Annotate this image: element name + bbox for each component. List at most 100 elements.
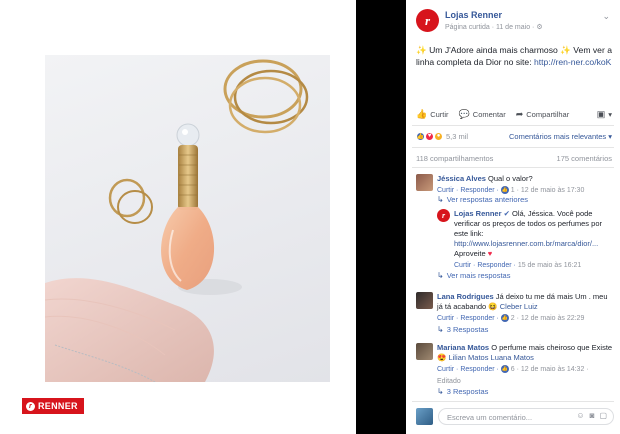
share-arrow-icon: ➦ xyxy=(515,108,524,119)
post-meta-text: Página curtida · 11 de maio · xyxy=(445,24,535,31)
post-text-a: Um J'Adore ainda mais charmoso xyxy=(429,45,558,55)
reaction-icons[interactable]: 👍 ♥ ● xyxy=(416,131,443,141)
comment-text: Qual o valor? xyxy=(488,174,533,183)
sparkle-emoji-icon: ✨ xyxy=(560,45,571,55)
comment-actions[interactable]: Curtir · Responder · xyxy=(437,187,499,194)
post-counts: 118 compartilhamentos 175 comentários xyxy=(416,154,612,164)
post-photo[interactable] xyxy=(45,55,330,382)
view-replies-label: 3 Respostas xyxy=(446,325,489,334)
comment-item: Lana Rodrigues Já deixo tu me dá mais Um… xyxy=(416,292,614,324)
comment-body: Jéssica Alves Qual o valor? Curtir · Res… xyxy=(437,174,614,196)
post-meta: Página curtida · 11 de maio · ⚙ xyxy=(445,23,543,31)
like-reaction-icon: 👍 xyxy=(416,131,425,141)
shares-count[interactable]: 118 compartilhamentos xyxy=(416,154,493,164)
reply-arrow-icon: ↳ xyxy=(437,195,444,204)
divider xyxy=(412,167,614,168)
renner-logo: r RENNER xyxy=(22,398,84,414)
commenter-avatar[interactable] xyxy=(416,174,433,191)
comments-count[interactable]: 175 comentários xyxy=(557,154,612,164)
comment-meta: Curtir · Responder · 👍 6 · 12 de maio às… xyxy=(437,365,614,375)
divider xyxy=(412,401,614,402)
renner-logo-icon: r xyxy=(26,401,35,411)
divider xyxy=(412,147,614,148)
like-button[interactable]: 👍 Curtir xyxy=(416,108,449,119)
comment-edited[interactable]: Editado xyxy=(437,377,614,387)
reply-link[interactable]: http://www.lojasrenner.com.br/marca/dior… xyxy=(454,239,598,248)
reply-time[interactable]: 15 de maio às 16:21 xyxy=(518,262,581,269)
divider xyxy=(412,125,614,126)
camera-icon[interactable]: ◙ xyxy=(590,411,595,420)
reactions-summary: 👍 ♥ ● 5,3 mil Comentários mais relevante… xyxy=(416,130,612,142)
write-comment-row: Escreva um comentário... ☺ ◙ ▢ xyxy=(416,408,614,425)
comment-input-placeholder: Escreva um comentário... xyxy=(447,413,533,422)
reply-body: Lojas Renner ✔ Olá, Jéssica. Você pode v… xyxy=(454,209,614,271)
post-link[interactable]: http://ren-ner.co/koK xyxy=(534,57,611,67)
user-avatar[interactable] xyxy=(416,408,433,425)
reply-arrow-icon: ↳ xyxy=(437,387,444,396)
commenter-avatar[interactable] xyxy=(416,343,433,360)
emoji-icon[interactable]: ☺ xyxy=(576,411,584,420)
view-more-replies-label: Ver mais respostas xyxy=(446,271,511,280)
comment-actions[interactable]: Curtir · Responder · xyxy=(437,315,499,322)
reply-actions[interactable]: Curtir · Responder · xyxy=(454,262,516,269)
reply-sign: Aproveite xyxy=(454,249,486,258)
like-badge-icon: 👍 xyxy=(500,365,509,374)
comment-time[interactable]: · 12 de maio às 22:29 xyxy=(517,315,585,322)
page-name-link[interactable]: Lojas Renner xyxy=(445,10,502,20)
globe-icon: ⚙ xyxy=(536,24,543,31)
reply-item: r Lojas Renner ✔ Olá, Jéssica. Você pode… xyxy=(437,209,614,269)
share-label: Compartilhar xyxy=(526,109,570,119)
chevron-down-icon[interactable]: ⌄ xyxy=(602,11,610,22)
comment-time[interactable]: · 12 de maio às 17:30 xyxy=(517,187,585,194)
comment-like-count[interactable]: 1 xyxy=(511,187,515,194)
post-sidebar: r Lojas Renner Página curtida · 11 de ma… xyxy=(406,0,620,434)
commenter-name[interactable]: Jéssica Alves xyxy=(437,174,486,183)
comment-sort-label: Comentários mais relevantes xyxy=(509,131,607,141)
view-replies-label: 3 Respostas xyxy=(446,387,489,396)
heart-icon: ♥ xyxy=(487,249,493,258)
tagged-user[interactable]: Cleber Luiz xyxy=(500,302,538,311)
comment-input-tools: ☺ ◙ ▢ xyxy=(576,411,607,420)
post-header: r Lojas Renner Página curtida · 11 de ma… xyxy=(416,9,612,37)
page-avatar[interactable]: r xyxy=(416,9,439,32)
replier-avatar[interactable]: r xyxy=(437,209,450,222)
audience-selector[interactable]: ▣ ▾ xyxy=(596,108,612,119)
post-actions: 👍 Curtir 💬 Comentar ➦ Compartilhar ▣ ▾ xyxy=(416,107,612,121)
photo-viewer: r RENNER r Lojas Renner Página curtida ·… xyxy=(0,0,620,434)
heart-eyes-emoji-icon: 😍 xyxy=(437,353,447,362)
comment-button[interactable]: 💬 Comentar xyxy=(458,108,506,119)
perfume-illustration xyxy=(45,59,309,382)
comment-like-count[interactable]: 6 xyxy=(511,366,515,373)
thumbs-up-icon: 👍 xyxy=(416,108,428,119)
view-replies[interactable]: ↳ 3 Respostas xyxy=(437,325,488,334)
wow-reaction-icon: ● xyxy=(434,131,443,141)
replier-name[interactable]: Lojas Renner xyxy=(454,209,502,218)
comment-like-count[interactable]: 2 xyxy=(511,315,515,322)
post-text: ✨ Um J'Adore ainda mais charmoso ✨ Vem v… xyxy=(416,45,614,68)
reply-meta: Curtir · Responder · 15 de maio às 16:21 xyxy=(454,261,614,271)
reaction-count[interactable]: 5,3 mil xyxy=(446,132,468,141)
commenter-name[interactable]: Mariana Matos xyxy=(437,343,489,352)
sparkle-emoji-icon: ✨ xyxy=(416,45,427,55)
photo-panel: r RENNER xyxy=(0,0,356,434)
share-button[interactable]: ➦ Compartilhar xyxy=(515,108,570,119)
speech-bubble-icon: 💬 xyxy=(458,108,470,119)
reply-arrow-icon: ↳ xyxy=(437,271,444,280)
view-replies[interactable]: ↳ 3 Respostas xyxy=(437,387,488,396)
comment-meta: Curtir · Responder · 👍 2 · 12 de maio às… xyxy=(437,314,614,324)
comment-body: Lana Rodrigues Já deixo tu me dá mais Um… xyxy=(437,292,614,324)
tagged-user[interactable]: Lilian Matos Luana Matos xyxy=(448,353,533,362)
comment-text: O perfume mais cheiroso que Existe xyxy=(491,343,613,352)
laughing-emoji-icon: 😆 xyxy=(488,302,498,311)
comment-actions[interactable]: Curtir · Responder · xyxy=(437,366,499,373)
view-more-replies[interactable]: ↳ Ver mais respostas xyxy=(437,271,510,280)
sticker-icon[interactable]: ▢ xyxy=(599,411,607,420)
comment-sort-dropdown[interactable]: Comentários mais relevantes ▾ xyxy=(509,132,612,141)
commenter-name[interactable]: Lana Rodrigues xyxy=(437,292,494,301)
verified-icon: ✔ xyxy=(503,209,510,218)
comment-time[interactable]: · 12 de maio às 14:32 · xyxy=(517,366,589,373)
commenter-avatar[interactable] xyxy=(416,292,433,309)
page-thumbnail-icon: ▣ xyxy=(596,108,606,119)
view-previous-replies[interactable]: ↳ Ver respostas anteriores xyxy=(437,195,528,204)
comment-label: Comentar xyxy=(472,109,506,119)
